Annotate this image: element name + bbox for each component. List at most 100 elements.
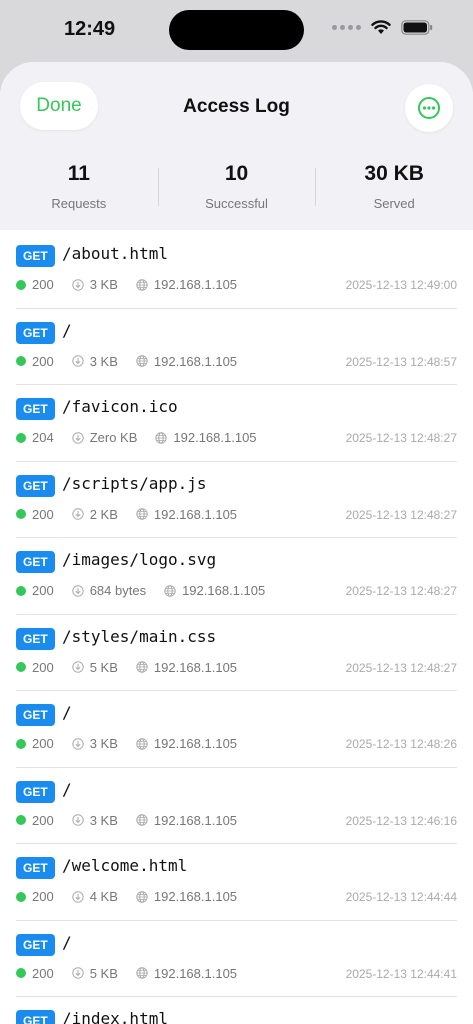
- timestamp: 2025-12-13 12:44:41: [345, 966, 457, 981]
- size-segment: 684 bytes: [72, 583, 146, 598]
- request-path: /index.html: [62, 1009, 168, 1024]
- client-ip: 192.168.1.105: [153, 812, 238, 828]
- status-bar: 12:49: [0, 0, 473, 60]
- stat-requests: 11 Requests: [0, 162, 158, 218]
- download-icon: [72, 967, 84, 979]
- stat-served: 30 KB Served: [315, 162, 473, 218]
- globe-icon: [155, 431, 168, 444]
- log-entry-row[interactable]: GET/scripts/app.js 200 2 KB 192.168.1.10…: [0, 462, 473, 538]
- log-entry-row[interactable]: GET/index.html: [0, 997, 473, 1024]
- size-segment: 4 KB: [72, 889, 118, 904]
- globe-icon: [136, 890, 148, 903]
- method-badge: GET: [16, 474, 55, 497]
- status-code: 200: [32, 353, 54, 369]
- log-entry-row[interactable]: GET / 200 3 KB 192.168.1.105 2025-12-13 1…: [0, 691, 473, 768]
- response-size: 3 KB: [89, 812, 118, 828]
- status-dot-icon: [16, 279, 26, 290]
- request-path: /: [62, 779, 72, 799]
- status-segment: 200: [16, 966, 54, 981]
- sheet-header: Done Access Log 11 Requests 10 Successfu…: [0, 62, 473, 230]
- stats-row: 11 Requests 10 Successful 30 KB Served: [0, 162, 473, 218]
- stat-value: 30 KB: [364, 162, 424, 185]
- client-ip: 192.168.1.105: [153, 965, 238, 981]
- log-entry-row[interactable]: GET / 200 5 KB 192.168.1.105 2025-12-13 1…: [0, 921, 473, 997]
- client-ip: 192.168.1.105: [153, 353, 238, 369]
- log-entry-row[interactable]: GET/styles/main.css 200 5 KB 192.168.1.1…: [0, 615, 473, 691]
- response-size: 3 KB: [89, 277, 118, 292]
- method-badge: GET: [16, 627, 55, 650]
- status-segment: 200: [16, 277, 54, 292]
- timestamp: 2025-12-13 12:46:16: [345, 813, 457, 828]
- status-segment: 200: [16, 736, 54, 751]
- log-entry-row[interactable]: GET/welcome.html 200 4 KB 192.168.1.105 …: [0, 844, 473, 921]
- ip-segment: 192.168.1.105: [136, 813, 237, 828]
- stat-label: Requests: [51, 196, 107, 211]
- response-size: 684 bytes: [89, 583, 147, 598]
- download-icon: [72, 584, 84, 597]
- status-dot-icon: [16, 968, 26, 978]
- entry-meta: 200 5 KB 192.168.1.105: [16, 966, 255, 981]
- log-entry-row[interactable]: GET/images/logo.svg 200 684 bytes 192.16…: [0, 538, 473, 615]
- log-entry-row[interactable]: GET/favicon.ico 204 Zero KB 192.168.1.10…: [0, 385, 473, 462]
- ip-segment: 192.168.1.105: [136, 660, 237, 675]
- log-entry-row[interactable]: GET/about.html 200 3 KB 192.168.1.105 20…: [0, 232, 473, 309]
- request-path: /: [62, 932, 72, 952]
- ip-segment: 192.168.1.105: [164, 583, 265, 598]
- status-time: 12:49: [64, 18, 116, 40]
- timestamp: 2025-12-13 12:48:57: [345, 354, 457, 369]
- method-badge: GET: [16, 857, 55, 879]
- status-code: 200: [32, 889, 54, 904]
- request-path: /scripts/app.js: [62, 473, 207, 493]
- status-code: 200: [32, 965, 54, 981]
- entry-meta: 204 Zero KB 192.168.1.105: [16, 430, 275, 445]
- client-ip: 192.168.1.105: [153, 889, 238, 904]
- ip-segment: 192.168.1.105: [136, 966, 237, 981]
- status-dot-icon: [16, 356, 26, 366]
- status-segment: 200: [16, 354, 54, 369]
- globe-icon: [164, 584, 176, 597]
- globe-icon: [136, 355, 148, 367]
- request-path: /welcome.html: [62, 856, 188, 875]
- method-badge: GET: [16, 704, 55, 726]
- entry-meta: 200 5 KB 192.168.1.105: [16, 660, 255, 675]
- globe-icon: [136, 661, 148, 673]
- entry-meta: 200 684 bytes 192.168.1.105: [16, 583, 283, 598]
- ellipsis-circle-icon: [418, 97, 440, 119]
- download-icon: [72, 661, 84, 673]
- status-code: 200: [32, 277, 54, 292]
- stat-value: 11: [67, 162, 90, 185]
- status-segment: 200: [16, 660, 54, 675]
- timestamp: 2025-12-13 12:49:00: [345, 278, 457, 292]
- ip-segment: 192.168.1.105: [136, 889, 237, 904]
- log-entry-row[interactable]: GET / 200 3 KB 192.168.1.105 2025-12-13 1…: [0, 768, 473, 844]
- size-segment: 3 KB: [72, 813, 118, 828]
- stat-value: 10: [224, 162, 249, 185]
- response-size: 3 KB: [89, 353, 118, 369]
- entry-meta: 200 3 KB 192.168.1.105: [16, 813, 255, 828]
- timestamp: 2025-12-13 12:48:27: [345, 584, 457, 598]
- log-entry-row[interactable]: GET / 200 3 KB 192.168.1.105 2025-12-13 1…: [0, 309, 473, 385]
- status-code: 200: [32, 812, 54, 828]
- client-ip: 192.168.1.105: [182, 583, 266, 598]
- status-segment: 204: [16, 430, 54, 445]
- response-size: 3 KB: [89, 736, 118, 751]
- globe-icon: [136, 737, 148, 750]
- download-icon: [72, 814, 84, 826]
- stat-label: Successful: [205, 196, 268, 211]
- status-dot-icon: [16, 509, 26, 519]
- response-size: 5 KB: [89, 659, 118, 675]
- size-segment: Zero KB: [72, 430, 137, 445]
- more-options-button[interactable]: [405, 84, 453, 132]
- status-dot-icon: [16, 738, 26, 749]
- status-dot-icon: [16, 815, 26, 825]
- access-log-sheet: Done Access Log 11 Requests 10 Successfu…: [0, 62, 473, 1024]
- timestamp: 2025-12-13 12:48:27: [345, 507, 457, 522]
- client-ip: 192.168.1.105: [153, 277, 238, 292]
- stat-successful: 10 Successful: [157, 162, 316, 218]
- status-code: 200: [32, 583, 54, 598]
- globe-icon: [136, 967, 148, 979]
- size-segment: 5 KB: [72, 660, 118, 675]
- method-badge: GET: [16, 245, 55, 267]
- client-ip: 192.168.1.105: [153, 736, 238, 751]
- status-segment: 200: [16, 583, 54, 598]
